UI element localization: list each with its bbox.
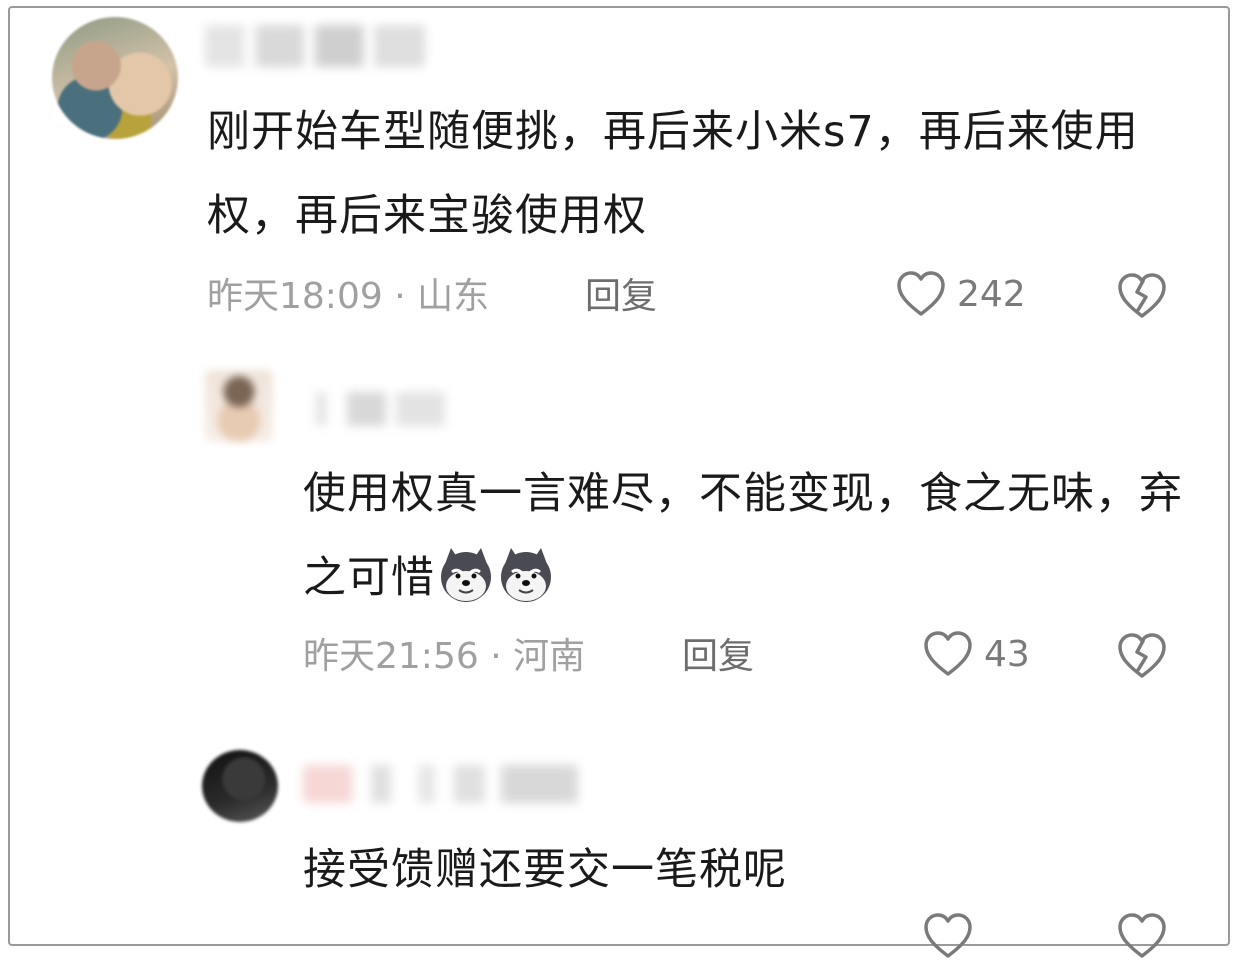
dislike-button[interactable] bbox=[1116, 912, 1168, 960]
heart-outline-icon bbox=[897, 271, 945, 316]
like-button[interactable]: 242 bbox=[895, 270, 1026, 318]
comment-text: 刚开始车型随便挑，再后来小米s7，再后来使用权，再后来宝骏使用权 bbox=[207, 107, 1139, 241]
broken-heart-icon bbox=[1118, 633, 1166, 678]
like-count: 242 bbox=[957, 273, 1026, 315]
dislike-button[interactable] bbox=[1116, 272, 1168, 320]
comment-text-content: 使用权真一言难尽，不能变现，食之无味，弃之可惜 bbox=[303, 469, 1183, 603]
avatar[interactable] bbox=[202, 750, 278, 822]
username-blurred[interactable] bbox=[305, 392, 445, 426]
comment-text: 接受馈赠还要交一笔税呢 bbox=[303, 845, 787, 895]
comment-time-location: 昨天21:56 · 河南 bbox=[303, 636, 586, 677]
heart-outline-icon bbox=[924, 631, 972, 676]
username-blurred[interactable] bbox=[205, 25, 425, 67]
comment-text: 使用权真一言难尽，不能变现，食之无味，弃之可惜 bbox=[303, 452, 1203, 620]
like-button[interactable] bbox=[922, 912, 974, 960]
reply-button[interactable]: 回复 bbox=[585, 272, 657, 322]
husky-doge-emoji bbox=[501, 548, 551, 602]
like-count: 43 bbox=[984, 633, 1030, 675]
username-blurred[interactable] bbox=[303, 765, 578, 803]
broken-heart-icon bbox=[1118, 913, 1166, 958]
dislike-button[interactable] bbox=[1116, 632, 1168, 680]
reply-button[interactable]: 回复 bbox=[682, 632, 754, 682]
husky-doge-emoji bbox=[441, 548, 491, 602]
avatar[interactable] bbox=[205, 370, 273, 442]
comment-time-location: 昨天18:09 · 山东 bbox=[207, 276, 490, 317]
heart-outline-icon bbox=[924, 913, 972, 958]
like-button[interactable]: 43 bbox=[922, 630, 1030, 678]
broken-heart-icon bbox=[1118, 273, 1166, 318]
avatar[interactable] bbox=[52, 17, 178, 139]
